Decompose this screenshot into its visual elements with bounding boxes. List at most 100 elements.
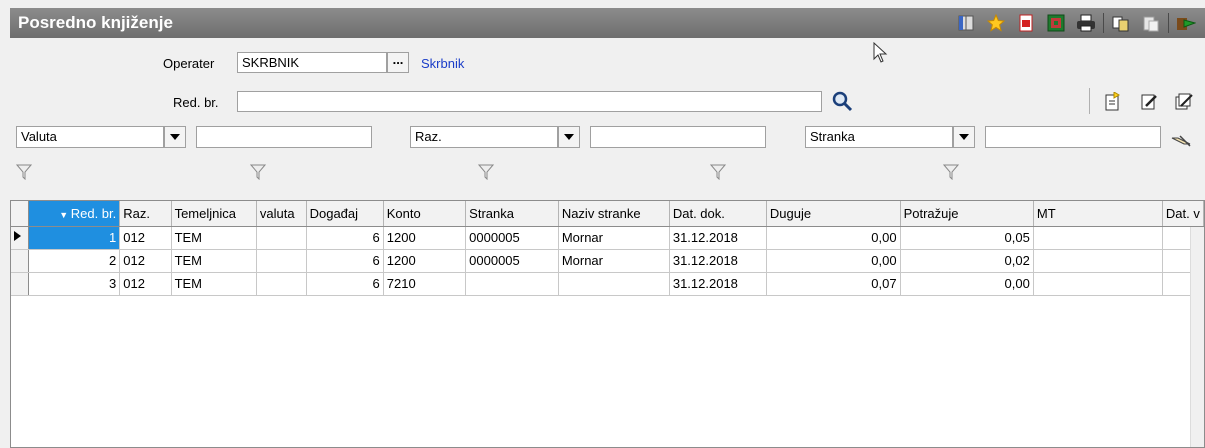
column-header-potrazuje[interactable]: Potražuje: [900, 201, 1034, 227]
column-header-dat-dok[interactable]: Dat. dok.: [669, 201, 767, 227]
filter-icon[interactable]: [943, 164, 959, 180]
cell-duguje[interactable]: 0,00: [766, 249, 901, 273]
table-row[interactable]: 3 012 TEM 6 7210 31.12.2018 0,07 0,00: [11, 272, 1204, 296]
cell-duguje[interactable]: 0,00: [766, 226, 901, 250]
cell-duguje[interactable]: 0,07: [766, 272, 901, 296]
filter-icon[interactable]: [478, 164, 494, 180]
filter-value-valuta[interactable]: [196, 126, 372, 148]
cell-redbr[interactable]: 2: [28, 249, 121, 273]
main-panel: Operater SKRBNIK ... Skrbnik Red. br. Va…: [10, 38, 1205, 448]
excel-icon[interactable]: [1045, 12, 1067, 34]
pdf-icon[interactable]: [1015, 12, 1037, 34]
cell-temeljnica[interactable]: TEM: [171, 272, 257, 296]
cell-potrazuje[interactable]: 0,05: [900, 226, 1034, 250]
exit-icon[interactable]: [1175, 12, 1197, 34]
vertical-scrollbar[interactable]: [1190, 227, 1204, 447]
copy-icon[interactable]: [1110, 12, 1132, 34]
table-row[interactable]: 1 012 TEM 6 1200 0000005 Mornar 31.12.20…: [11, 226, 1204, 250]
cell-dat-dok[interactable]: 31.12.2018: [669, 272, 767, 296]
cell-temeljnica[interactable]: TEM: [171, 226, 257, 250]
cell-konto[interactable]: 1200: [383, 249, 467, 273]
chevron-down-icon[interactable]: [953, 126, 975, 148]
toolbar-separator: [1089, 88, 1090, 114]
column-header-valuta[interactable]: valuta: [256, 201, 307, 227]
cell-temeljnica[interactable]: TEM: [171, 249, 257, 273]
window-title: Posredno knjiženje: [18, 13, 173, 32]
eraser-icon[interactable]: [1170, 134, 1194, 148]
filter-icon[interactable]: [16, 164, 32, 180]
column-header-duguje[interactable]: Duguje: [766, 201, 901, 227]
cell-raz[interactable]: 012: [119, 249, 172, 273]
filter-combo-stranka[interactable]: Stranka: [805, 126, 1165, 148]
cell-dogadaj[interactable]: 6: [306, 226, 384, 250]
cell-konto[interactable]: 7210: [383, 272, 467, 296]
operater-lookup-button[interactable]: ...: [387, 52, 409, 73]
filter-combo-stranka-label[interactable]: Stranka: [805, 126, 953, 148]
grid-table: ▼ Red. br. Raz. Temeljnica valuta Događa…: [11, 201, 1204, 296]
cell-mt[interactable]: [1033, 249, 1163, 273]
cell-mt[interactable]: [1033, 272, 1163, 296]
column-header-mt[interactable]: MT: [1033, 201, 1163, 227]
toolbar-separator: [1168, 13, 1169, 33]
title-bar: Posredno knjiženje: [10, 8, 1205, 38]
cell-dat-dok[interactable]: 31.12.2018: [669, 226, 767, 250]
print-icon[interactable]: [1075, 12, 1097, 34]
cell-stranka[interactable]: 0000005: [465, 226, 559, 250]
cell-valuta[interactable]: [256, 272, 307, 296]
filter-combo-raz-label[interactable]: Raz.: [410, 126, 558, 148]
row-indicator[interactable]: [11, 249, 30, 273]
column-header-naziv-stranke[interactable]: Naziv stranke: [558, 201, 670, 227]
cell-potrazuje[interactable]: 0,00: [900, 272, 1034, 296]
filter-icon[interactable]: [250, 164, 266, 180]
cell-dogadaj[interactable]: 6: [306, 272, 384, 296]
column-header-stranka[interactable]: Stranka: [465, 201, 559, 227]
filter-combo-raz[interactable]: Raz.: [410, 126, 766, 148]
cell-raz[interactable]: 012: [119, 226, 172, 250]
new-document-icon[interactable]: [1103, 92, 1121, 112]
operater-label: Operater: [163, 56, 215, 71]
redbr-label: Red. br.: [173, 95, 219, 110]
column-header-dogadaj[interactable]: Događaj: [306, 201, 384, 227]
cell-valuta[interactable]: [256, 226, 307, 250]
cell-naziv-stranke[interactable]: Mornar: [558, 226, 670, 250]
cell-redbr[interactable]: 1: [28, 226, 121, 250]
cell-valuta[interactable]: [256, 249, 307, 273]
edit-multiple-icon[interactable]: [1175, 92, 1193, 112]
chevron-down-icon[interactable]: [558, 126, 580, 148]
table-row[interactable]: 2 012 TEM 6 1200 0000005 Mornar 31.12.20…: [11, 249, 1204, 273]
columns-icon[interactable]: [955, 12, 977, 34]
filter-value-stranka[interactable]: [985, 126, 1161, 148]
cell-naziv-stranke[interactable]: Mornar: [558, 249, 670, 273]
row-indicator[interactable]: [11, 272, 30, 296]
column-header-temeljnica[interactable]: Temeljnica: [171, 201, 257, 227]
column-header-raz[interactable]: Raz.: [119, 201, 172, 227]
cell-konto[interactable]: 1200: [383, 226, 467, 250]
data-grid[interactable]: ▼ Red. br. Raz. Temeljnica valuta Događa…: [10, 200, 1205, 448]
column-header-redbr[interactable]: ▼ Red. br.: [28, 201, 121, 227]
paste-icon[interactable]: [1140, 12, 1162, 34]
star-icon[interactable]: [985, 12, 1007, 34]
column-header-dat-v[interactable]: Dat. v: [1162, 201, 1204, 227]
cell-potrazuje[interactable]: 0,02: [900, 249, 1034, 273]
cell-mt[interactable]: [1033, 226, 1163, 250]
cell-naziv-stranke[interactable]: [558, 272, 670, 296]
search-icon[interactable]: [832, 91, 854, 113]
operater-field[interactable]: SKRBNIK: [237, 52, 387, 73]
filter-combo-valuta-label[interactable]: Valuta: [16, 126, 164, 148]
cell-dat-dok[interactable]: 31.12.2018: [669, 249, 767, 273]
filter-value-raz[interactable]: [590, 126, 766, 148]
cell-raz[interactable]: 012: [119, 272, 172, 296]
filter-combo-valuta[interactable]: Valuta: [16, 126, 372, 148]
cell-stranka[interactable]: [465, 272, 559, 296]
chevron-down-icon[interactable]: [164, 126, 186, 148]
current-row-indicator-icon[interactable]: [11, 226, 30, 250]
cell-redbr[interactable]: 3: [28, 272, 121, 296]
edit-document-icon[interactable]: [1140, 92, 1158, 112]
cell-dogadaj[interactable]: 6: [306, 249, 384, 273]
cell-stranka[interactable]: 0000005: [465, 249, 559, 273]
grid-header-row: ▼ Red. br. Raz. Temeljnica valuta Događa…: [11, 201, 1204, 227]
filter-icon[interactable]: [710, 164, 726, 180]
operater-name-link[interactable]: Skrbnik: [421, 56, 464, 71]
redbr-field[interactable]: [237, 91, 822, 112]
column-header-konto[interactable]: Konto: [383, 201, 467, 227]
